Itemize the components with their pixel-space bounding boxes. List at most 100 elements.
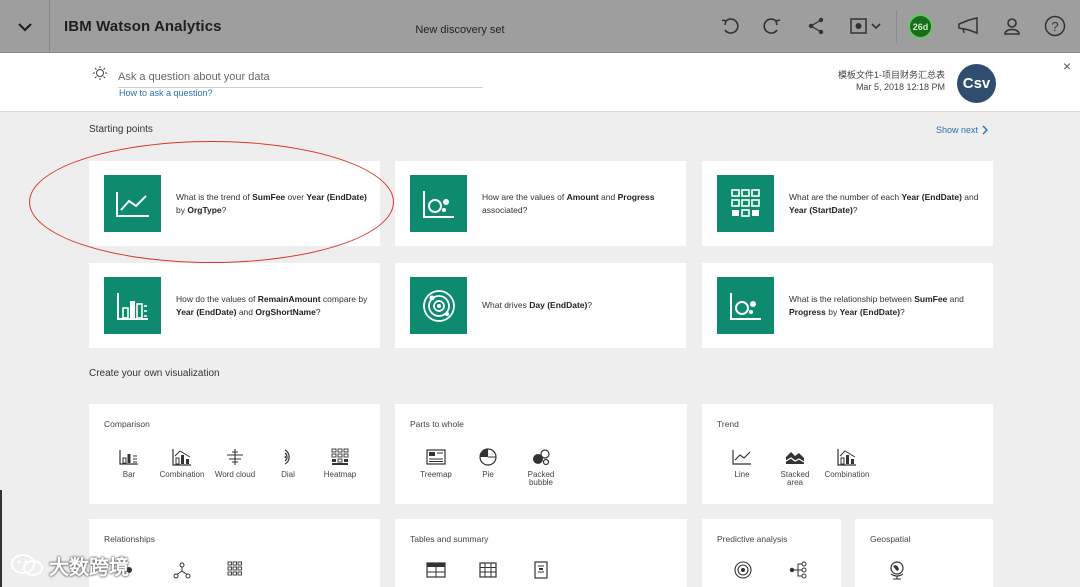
discovery-set-title[interactable]: New discovery set [380,24,540,36]
combination-icon [837,446,857,468]
user-icon[interactable] [1000,14,1024,38]
trend-card: Trend Line Stacked area Combination [702,404,993,504]
viz-label: Dial [281,470,295,479]
starting-point-card[interactable]: How are the values of Amount and Progres… [395,161,686,246]
viz-label: Line [734,470,750,479]
viz-combination[interactable]: Combination [152,446,212,479]
group-title: Tables and summary [410,534,489,544]
undo-icon[interactable] [718,14,742,38]
megaphone-icon[interactable] [956,14,980,38]
viz-treemap[interactable]: Treemap [406,446,466,479]
viz-dial[interactable]: Dial [258,446,318,479]
predictive-analysis-card: Predictive analysis [702,519,841,587]
viz-summary[interactable] [511,559,571,581]
viz-label: Bar [122,470,136,479]
bubble-scatter-icon [410,175,467,232]
viz-label: Heatmap [323,470,357,479]
ask-question-input[interactable] [118,66,483,88]
viz-crosstab[interactable] [458,559,518,581]
spiral-drivers-icon [410,277,467,334]
summary-icon [534,559,548,581]
viz-bar[interactable]: Bar [99,446,159,479]
heatmap-grid-icon [717,175,774,232]
screenshot-menu[interactable] [848,14,884,38]
starting-point-question: What are the number of each Year (EndDat… [789,191,979,215]
word-cloud-icon [225,446,245,468]
viz-decision-tree[interactable] [768,559,828,581]
starting-point-question: How do the values of RemainAmount compar… [176,293,368,317]
globe-icon [888,559,906,581]
packed-bubble-icon [531,446,551,468]
watermark-text: 大数跨境 [49,557,129,579]
screenshot-icon [850,18,881,34]
viz-label: Pie [482,470,494,479]
viz-label: Stacked area [780,470,810,487]
starting-point-question: What is the relationship between SumFee … [789,293,964,317]
viz-combination[interactable]: Combination [817,446,877,479]
viz-pie[interactable]: Pie [458,446,518,479]
left-edge [0,490,2,587]
parts-to-whole-card: Parts to whole Treemap Pie Packed bubble [395,404,687,504]
starting-point-card[interactable]: What is the relationship between SumFee … [702,263,993,348]
line-trend-icon [104,175,161,232]
viz-grid[interactable] [205,559,265,581]
starting-points-heading: Starting points [89,124,153,135]
redo-icon[interactable] [760,14,784,38]
list-table-icon [426,559,446,581]
bubble-scatter-icon [717,277,774,334]
notification-badge[interactable]: 26d [908,14,933,39]
starting-point-card[interactable]: What is the trend of SumFee over Year (E… [89,161,380,246]
viz-list-table[interactable] [406,559,466,581]
viz-stacked-area[interactable]: Stacked area [765,446,825,487]
show-next-link[interactable]: Show next [936,125,988,135]
collapse-button[interactable] [0,0,50,53]
decision-tree-icon [788,559,808,581]
watson-icon [93,66,107,80]
starting-point-question: What is the trend of SumFee over Year (E… [176,191,367,215]
bar-compare-icon [104,277,161,334]
treemap-icon [426,446,446,468]
viz-line[interactable]: Line [712,446,772,479]
file-date: Mar 5, 2018 12:18 PM [855,82,945,92]
starting-point-card[interactable]: What drives Day (EndDate)? [395,263,686,348]
top-bar: IBM Watson Analytics New discovery set 2… [0,0,1080,53]
group-title: Trend [717,419,739,429]
app-brand: IBM Watson Analytics [64,18,222,35]
starting-point-card[interactable]: What are the number of each Year (EndDat… [702,161,993,246]
how-to-ask-link[interactable]: How to ask a question? [119,88,213,98]
starting-point-question: What drives Day (EndDate)? [482,300,593,310]
spiral-icon [734,559,752,581]
viz-network[interactable] [152,559,212,581]
help-icon[interactable]: ? [1043,14,1067,38]
crosstab-icon [479,559,497,581]
show-next-label: Show next [935,125,978,135]
pie-icon [479,446,497,468]
toolbar-divider [896,10,897,43]
stacked-area-icon [785,446,805,468]
grid-icon [227,559,243,581]
viz-heatmap[interactable]: Heatmap [310,446,370,479]
file-type-badge[interactable]: Csv [957,64,996,103]
viz-globe[interactable] [867,559,927,581]
relationships-card: Relationships [89,519,380,587]
starting-point-question: How are the values of Amount and Progres… [482,191,655,215]
close-icon[interactable]: × [1063,58,1071,74]
group-title: Parts to whole [410,419,464,429]
viz-label: Treemap [420,470,452,479]
watermark: 大数跨境 [10,551,129,580]
viz-packed-bubble[interactable]: Packed bubble [511,446,571,487]
share-icon[interactable] [804,14,828,38]
viz-word-cloud[interactable]: Word cloud [205,446,265,479]
group-title: Predictive analysis [717,534,788,544]
group-title: Geospatial [870,534,911,544]
dial-icon [279,446,297,468]
tables-summary-card: Tables and summary [395,519,687,587]
comparison-card: Comparison Bar Combination Word cloud Di… [89,404,380,504]
network-icon [173,559,191,581]
group-title: Comparison [104,419,150,429]
viz-spiral[interactable] [713,559,773,581]
file-name: 模板文件1-项目财务汇总表 [837,70,945,80]
heatmap-icon [331,446,349,468]
starting-point-card[interactable]: How do the values of RemainAmount compar… [89,263,380,348]
viz-label: Combination [159,470,205,479]
